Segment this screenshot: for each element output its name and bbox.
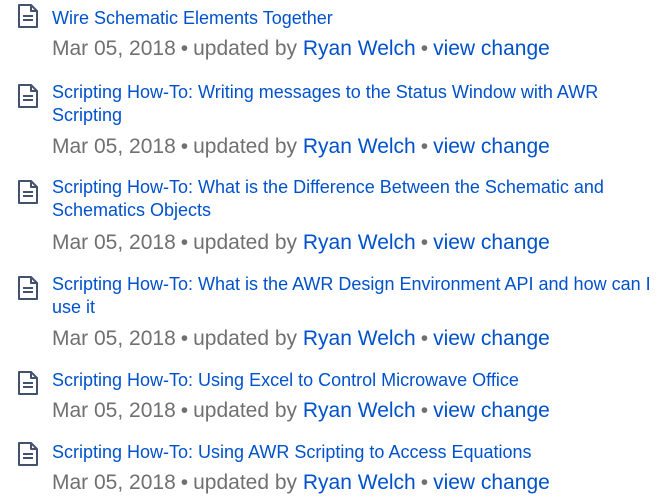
bullet-separator: • (420, 399, 429, 422)
page-title-link[interactable]: Scripting How-To: Using Excel to Control… (52, 369, 652, 392)
author-link[interactable]: Ryan Welch (303, 471, 416, 494)
page-icon (17, 83, 39, 109)
page-title-link[interactable]: Scripting How-To: Writing messages to th… (52, 81, 652, 127)
update-meta: Mar 05, 2018 • updated by Ryan Welch • view … (52, 397, 662, 424)
update-meta: Mar 05, 2018 • updated by Ryan Welch • view … (52, 325, 662, 352)
update-meta: Mar 05, 2018 • updated by Ryan Welch • view … (52, 35, 662, 62)
bullet-separator: • (180, 471, 189, 494)
updated-by-label: updated by (193, 135, 298, 158)
page-title-link[interactable]: Scripting How-To: Using AWR Scripting to… (52, 441, 652, 464)
author-link[interactable]: Ryan Welch (303, 37, 416, 60)
page-icon (17, 275, 39, 301)
bullet-separator: • (420, 231, 429, 254)
bullet-separator: • (180, 327, 189, 350)
author-link[interactable]: Ryan Welch (303, 231, 416, 254)
update-date: Mar 05, 2018 (52, 231, 176, 254)
updated-by-label: updated by (193, 37, 298, 60)
page-title-link[interactable]: Scripting How-To: What is the Difference… (52, 176, 652, 222)
view-change-link[interactable]: view change (433, 471, 550, 494)
page-icon (17, 3, 39, 29)
view-change-link[interactable]: view change (433, 399, 550, 422)
bullet-separator: • (180, 231, 189, 254)
update-date: Mar 05, 2018 (52, 399, 176, 422)
page-icon (17, 179, 39, 205)
updated-by-label: updated by (193, 399, 298, 422)
page-title-link[interactable]: Scripting How-To: What is the AWR Design… (52, 273, 652, 319)
page-title-link[interactable]: Wire Schematic Elements Together (52, 7, 652, 30)
update-date: Mar 05, 2018 (52, 327, 176, 350)
author-link[interactable]: Ryan Welch (303, 135, 416, 158)
bullet-separator: • (420, 135, 429, 158)
update-date: Mar 05, 2018 (52, 135, 176, 158)
author-link[interactable]: Ryan Welch (303, 327, 416, 350)
bullet-separator: • (180, 37, 189, 60)
bullet-separator: • (420, 471, 429, 494)
updated-by-label: updated by (193, 471, 298, 494)
view-change-link[interactable]: view change (433, 327, 550, 350)
update-meta: Mar 05, 2018 • updated by Ryan Welch • view … (52, 133, 662, 160)
view-change-link[interactable]: view change (433, 231, 550, 254)
view-change-link[interactable]: view change (433, 135, 550, 158)
author-link[interactable]: Ryan Welch (303, 399, 416, 422)
update-meta: Mar 05, 2018 • updated by Ryan Welch • view … (52, 229, 662, 256)
bullet-separator: • (180, 135, 189, 158)
bullet-separator: • (420, 327, 429, 350)
updated-by-label: updated by (193, 327, 298, 350)
bullet-separator: • (420, 37, 429, 60)
view-change-link[interactable]: view change (433, 37, 550, 60)
page-icon (17, 370, 39, 396)
updated-by-label: updated by (193, 231, 298, 254)
update-date: Mar 05, 2018 (52, 471, 176, 494)
page-icon (17, 441, 39, 467)
update-meta: Mar 05, 2018 • updated by Ryan Welch • view … (52, 469, 662, 496)
bullet-separator: • (180, 399, 189, 422)
update-date: Mar 05, 2018 (52, 37, 176, 60)
